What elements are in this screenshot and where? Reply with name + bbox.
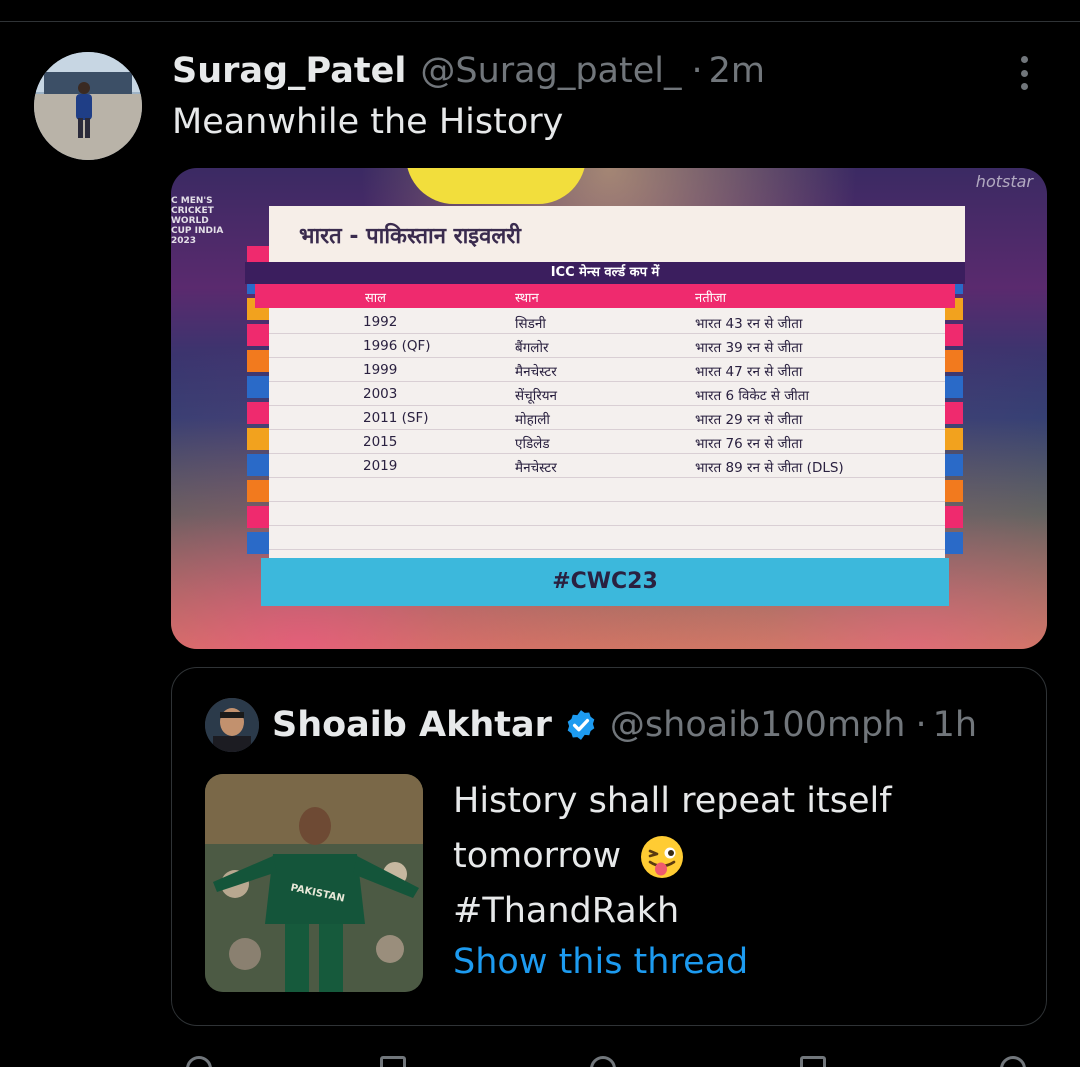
quoted-author-name[interactable]: Shoaib Akhtar bbox=[272, 705, 552, 745]
author-avatar[interactable] bbox=[34, 52, 142, 160]
separator-dot: · bbox=[915, 705, 927, 745]
winking-face-with-tongue-icon bbox=[641, 836, 684, 878]
board-hashtag: #CWC23 bbox=[261, 558, 949, 606]
verified-badge-icon bbox=[567, 710, 595, 740]
row-result: भारत 76 रन से जीता bbox=[695, 436, 803, 452]
tweet-header: Surag_Patel @Surag_patel_ · 2m bbox=[172, 48, 765, 94]
row-result: भारत 6 विकेट से जीता bbox=[695, 388, 809, 404]
table-row: 2003 सेंचूरियन भारत 6 विकेट से जीता bbox=[269, 382, 945, 406]
row-venue: मोहाली bbox=[515, 412, 550, 428]
empty-row bbox=[269, 478, 945, 502]
table-row: 2015 एडिलेड भारत 76 रन से जीता bbox=[269, 430, 945, 454]
table-row: 1996 (QF) बैंगलोर भारत 39 रन से जीता bbox=[269, 334, 945, 358]
row-venue: एडिलेड bbox=[515, 436, 550, 452]
cwc-logo: C MEN'S CRICKET WORLD CUP INDIA 2023 bbox=[171, 196, 224, 246]
empty-row bbox=[269, 502, 945, 526]
tweet-actions-row bbox=[0, 1052, 1080, 1067]
quoted-author-avatar[interactable] bbox=[205, 698, 259, 752]
board-column-headers: साल स्थान नतीजा bbox=[255, 284, 955, 308]
table-row: 1999 मैनचेस्टर भारत 47 रन से जीता bbox=[269, 358, 945, 382]
row-year: 2015 bbox=[363, 434, 398, 450]
rivalry-scoreboard: भारत - पाकिस्तान राइवलरी ICC मेन्स वर्ल्… bbox=[245, 206, 965, 606]
board-rows: 1992 सिडनी भारत 43 रन से जीता 1996 (QF) … bbox=[269, 308, 945, 558]
ball-graphic bbox=[406, 168, 586, 204]
quoted-text-hashtag[interactable]: #ThandRakh bbox=[453, 884, 1013, 939]
quoted-tweet-card[interactable]: Shoaib Akhtar @shoaib100mph · 1h PAKISTA… bbox=[171, 667, 1047, 1026]
table-row: 2011 (SF) मोहाली भारत 29 रन से जीता bbox=[269, 406, 945, 430]
more-options-icon[interactable] bbox=[1008, 52, 1040, 94]
tweet-text: Meanwhile the History bbox=[172, 102, 564, 142]
hotstar-watermark: hotstar bbox=[975, 172, 1033, 191]
tweet-time[interactable]: 2m bbox=[709, 51, 765, 91]
row-venue: सेंचूरियन bbox=[515, 388, 558, 404]
row-year: 2003 bbox=[363, 386, 398, 402]
separator-dot: · bbox=[691, 51, 703, 91]
column-venue: स्थान bbox=[515, 291, 539, 306]
column-year: साल bbox=[365, 291, 386, 306]
quoted-text-line: tomorrow bbox=[453, 836, 622, 876]
row-result: भारत 29 रन से जीता bbox=[695, 412, 803, 428]
quoted-tweet-header: Shoaib Akhtar @shoaib100mph · 1h bbox=[272, 702, 977, 748]
board-subtitle: ICC मेन्स वर्ल्ड कप में bbox=[245, 262, 965, 284]
row-result: भारत 47 रन से जीता bbox=[695, 364, 803, 380]
row-result: भारत 39 रन से जीता bbox=[695, 340, 803, 356]
quoted-text-line: History shall repeat itself bbox=[453, 781, 892, 821]
column-result: नतीजा bbox=[695, 291, 727, 306]
row-venue: सिडनी bbox=[515, 316, 546, 332]
tweet-media-image[interactable]: hotstar C MEN'S CRICKET WORLD CUP INDIA … bbox=[171, 168, 1047, 649]
share-icon[interactable] bbox=[1000, 1056, 1026, 1067]
row-year: 2019 bbox=[363, 458, 398, 474]
row-result: भारत 89 रन से जीता (DLS) bbox=[695, 460, 844, 476]
row-year: 1996 (QF) bbox=[363, 338, 431, 354]
table-row: 2019 मैनचेस्टर भारत 89 रन से जीता (DLS) bbox=[269, 454, 945, 478]
quoted-text-line-with-emoji: tomorrow bbox=[453, 829, 1013, 884]
top-divider bbox=[0, 21, 1080, 22]
board-title: भारत - पाकिस्तान राइवलरी bbox=[299, 224, 521, 249]
like-icon[interactable] bbox=[590, 1056, 616, 1067]
row-year: 1992 bbox=[363, 314, 398, 330]
tweet-page: Surag_Patel @Surag_patel_ · 2m Meanwhile… bbox=[0, 0, 1080, 1067]
table-row: 1992 सिडनी भारत 43 रन से जीता bbox=[269, 310, 945, 334]
row-venue: मैनचेस्टर bbox=[515, 364, 557, 380]
quoted-tweet-time[interactable]: 1h bbox=[933, 705, 977, 745]
board-title-bar: भारत - पाकिस्तान राइवलरी bbox=[269, 206, 965, 262]
retweet-icon[interactable] bbox=[380, 1056, 406, 1067]
views-icon[interactable] bbox=[800, 1056, 826, 1067]
row-venue: मैनचेस्टर bbox=[515, 460, 557, 476]
row-result: भारत 43 रन से जीता bbox=[695, 316, 803, 332]
author-handle[interactable]: @Surag_patel_ bbox=[420, 51, 681, 91]
row-venue: बैंगलोर bbox=[515, 340, 549, 356]
quoted-author-handle[interactable]: @shoaib100mph bbox=[610, 705, 906, 745]
row-year: 1999 bbox=[363, 362, 398, 378]
quoted-tweet-text: History shall repeat itself tomorrow #Th… bbox=[453, 774, 1013, 939]
reply-icon[interactable] bbox=[186, 1056, 212, 1067]
show-thread-link[interactable]: Show this thread bbox=[453, 942, 748, 982]
empty-row bbox=[269, 526, 945, 550]
quoted-tweet-thumbnail[interactable]: PAKISTAN bbox=[205, 774, 423, 992]
author-name[interactable]: Surag_Patel bbox=[172, 51, 406, 91]
row-year: 2011 (SF) bbox=[363, 410, 429, 426]
